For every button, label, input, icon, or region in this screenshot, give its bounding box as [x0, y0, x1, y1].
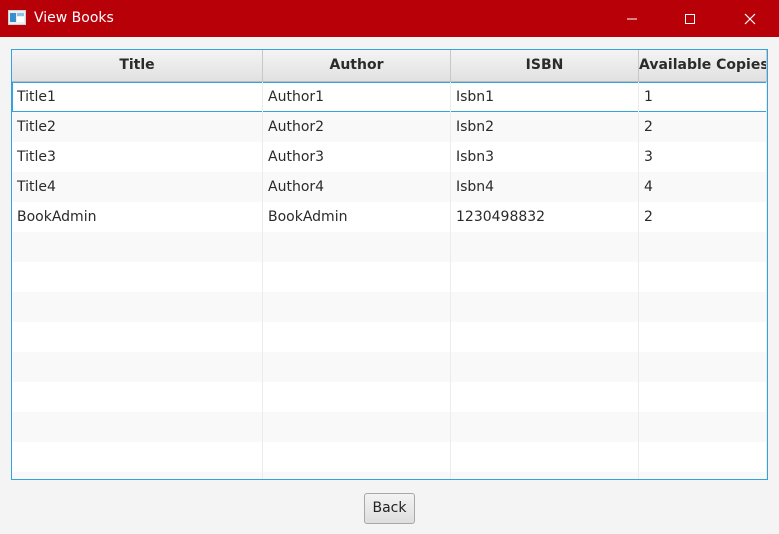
empty-table-row[interactable] — [12, 382, 767, 412]
cell-isbn — [451, 322, 639, 352]
cell-title: Title1 — [12, 82, 263, 112]
cell-title: Title4 — [12, 172, 263, 202]
cell-isbn — [451, 292, 639, 322]
empty-table-row[interactable] — [12, 442, 767, 472]
cell-isbn — [451, 262, 639, 292]
cell-isbn — [451, 412, 639, 442]
cell-title: Title3 — [12, 142, 263, 172]
empty-table-row[interactable] — [12, 262, 767, 292]
cell-available-copies: 1 — [639, 82, 767, 112]
cell-isbn: Isbn4 — [451, 172, 639, 202]
cell-available-copies — [639, 262, 767, 292]
window-title: View Books — [34, 10, 114, 26]
minimize-button[interactable] — [603, 0, 661, 37]
cell-available-copies — [639, 442, 767, 472]
table-row[interactable]: Title1 Author1 Isbn1 1 — [12, 82, 767, 112]
column-header-title[interactable]: Title — [12, 50, 263, 81]
close-button[interactable] — [721, 0, 779, 37]
empty-table-row[interactable] — [12, 232, 767, 262]
cell-available-copies — [639, 232, 767, 262]
empty-table-row[interactable] — [12, 352, 767, 382]
cell-isbn — [451, 442, 639, 472]
table-row[interactable]: Title4 Author4 Isbn4 4 — [12, 172, 767, 202]
cell-title — [12, 232, 263, 262]
cell-available-copies — [639, 322, 767, 352]
back-button[interactable]: Back — [364, 493, 415, 524]
cell-title — [12, 352, 263, 382]
cell-author — [263, 292, 451, 322]
column-header-isbn[interactable]: ISBN — [451, 50, 639, 81]
cell-author — [263, 442, 451, 472]
cell-author — [263, 322, 451, 352]
cell-available-copies: 2 — [639, 112, 767, 142]
column-header-available-copies[interactable]: Available Copies — [639, 50, 767, 81]
cell-title: Title2 — [12, 112, 263, 142]
cell-title — [12, 382, 263, 412]
cell-isbn: Isbn3 — [451, 142, 639, 172]
cell-author — [263, 262, 451, 292]
cell-title — [12, 322, 263, 352]
cell-author: BookAdmin — [263, 202, 451, 232]
empty-table-row[interactable] — [12, 292, 767, 322]
cell-isbn: 1230498832 — [451, 202, 639, 232]
cell-available-copies: 3 — [639, 142, 767, 172]
cell-author — [263, 232, 451, 262]
cell-title — [12, 292, 263, 322]
cell-available-copies: 4 — [639, 172, 767, 202]
cell-available-copies — [639, 352, 767, 382]
cell-available-copies — [639, 382, 767, 412]
cell-author — [263, 412, 451, 442]
cell-available-copies — [639, 292, 767, 322]
cell-isbn — [451, 472, 639, 479]
cell-title — [12, 412, 263, 442]
table-row[interactable]: BookAdmin BookAdmin 1230498832 2 — [12, 202, 767, 232]
cell-isbn — [451, 232, 639, 262]
maximize-icon — [684, 13, 696, 25]
cell-isbn: Isbn2 — [451, 112, 639, 142]
empty-table-row[interactable] — [12, 472, 767, 479]
cell-available-copies: 2 — [639, 202, 767, 232]
empty-table-row[interactable] — [12, 412, 767, 442]
cell-title — [12, 442, 263, 472]
title-bar: View Books — [0, 0, 779, 37]
cell-available-copies — [639, 412, 767, 442]
cell-isbn — [451, 352, 639, 382]
table-row[interactable]: Title2 Author2 Isbn2 2 — [12, 112, 767, 142]
cell-available-copies — [639, 472, 767, 479]
cell-title — [12, 472, 263, 479]
empty-table-row[interactable] — [12, 322, 767, 352]
cell-title: BookAdmin — [12, 202, 263, 232]
books-table[interactable]: Title Author ISBN Available Copies Title… — [11, 49, 768, 480]
close-icon — [744, 13, 756, 25]
cell-author: Author1 — [263, 82, 451, 112]
cell-title — [12, 262, 263, 292]
maximize-button[interactable] — [661, 0, 719, 37]
cell-author — [263, 472, 451, 479]
app-window-icon — [8, 10, 26, 25]
cell-author: Author3 — [263, 142, 451, 172]
cell-author: Author2 — [263, 112, 451, 142]
cell-isbn — [451, 382, 639, 412]
minimize-icon — [626, 13, 638, 25]
cell-author: Author4 — [263, 172, 451, 202]
cell-author — [263, 352, 451, 382]
column-header-author[interactable]: Author — [263, 50, 451, 81]
table-header: Title Author ISBN Available Copies — [12, 50, 767, 82]
cell-isbn: Isbn1 — [451, 82, 639, 112]
table-row[interactable]: Title3 Author3 Isbn3 3 — [12, 142, 767, 172]
cell-author — [263, 382, 451, 412]
